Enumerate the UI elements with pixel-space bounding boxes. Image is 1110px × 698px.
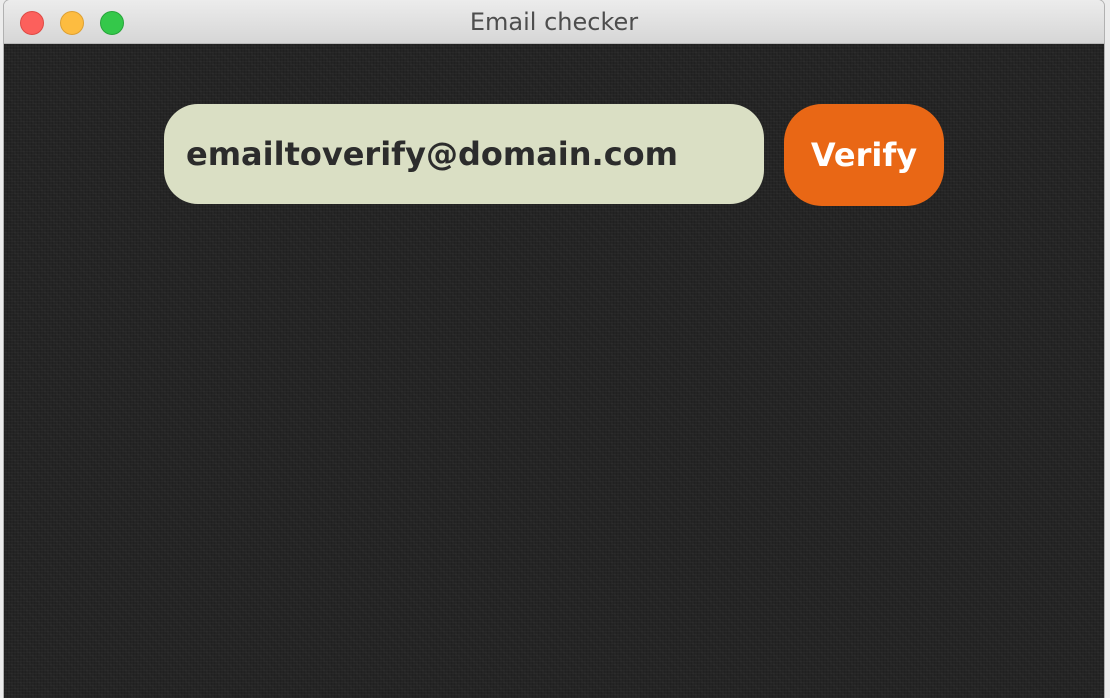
verify-button[interactable]: Verify: [784, 104, 944, 206]
app-window: Email checker Verify: [4, 0, 1104, 698]
window-title: Email checker: [469, 8, 639, 36]
main-content: Verify: [4, 44, 1104, 698]
title-bar[interactable]: Email checker: [4, 0, 1104, 44]
email-input[interactable]: [164, 104, 764, 204]
